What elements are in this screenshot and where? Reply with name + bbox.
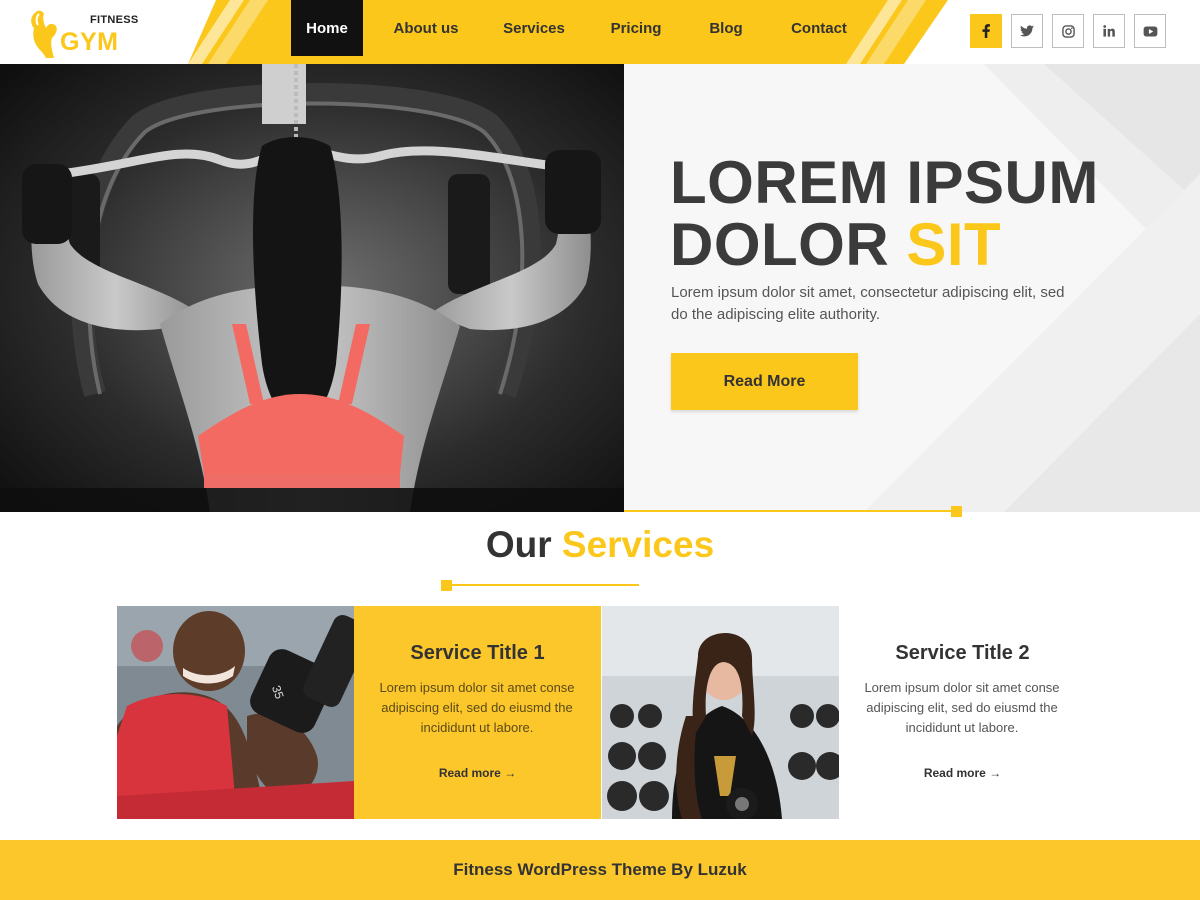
hero-photo-illustration (0, 64, 624, 512)
nav-about-us[interactable]: About us (363, 0, 489, 56)
hero-title-line1: LOREM IPSUM (670, 149, 1099, 216)
hero-athlete-image (0, 64, 624, 512)
logo-big-text: GYM (60, 28, 119, 56)
services-heading-text: Our (485, 524, 552, 565)
linkedin-icon[interactable] (1093, 14, 1125, 48)
twitter-icon[interactable] (1011, 14, 1043, 48)
service-2-image (602, 606, 839, 819)
site-footer: Fitness WordPress Theme By Luzuk (0, 840, 1200, 900)
youtube-icon[interactable] (1134, 14, 1166, 48)
nav-contact[interactable]: Contact (759, 0, 879, 56)
main-nav: Home About us Services Pricing Blog Cont… (291, 0, 879, 56)
service-1-image: 35 (117, 606, 354, 819)
hero-section: LOREM IPSUM DOLOR SIT Lorem ipsum dolor … (0, 64, 1200, 512)
service-1-title: Service Title 1 (410, 642, 545, 664)
service-card-2: Service Title 2 Lorem ipsum dolor sit am… (839, 606, 1086, 819)
hero-title: LOREM IPSUM DOLOR SIT (670, 152, 1099, 276)
service-1-photo-illustration: 35 (117, 606, 354, 819)
footer-credit[interactable]: Fitness WordPress Theme By Luzuk (453, 860, 746, 880)
read-more-button[interactable]: Read More (671, 353, 858, 410)
arrow-right-icon: → (504, 766, 517, 780)
service-2-read-more-label: Read more (923, 766, 986, 780)
site-logo[interactable]: FITNESS GYM (28, 8, 148, 60)
hero-title-line2: DOLOR SIT (670, 214, 1099, 276)
instagram-icon[interactable] (1052, 14, 1084, 48)
service-1-read-more-link[interactable]: Read more → (354, 766, 601, 780)
hero-title-line2-text: DOLOR (670, 211, 890, 278)
flexed-arm-logo-icon (31, 10, 57, 59)
service-1-text: Lorem ipsum dolor sit amet conse adipisc… (379, 680, 575, 735)
service-2-text: Lorem ipsum dolor sit amet conse adipisc… (864, 680, 1060, 735)
nav-services[interactable]: Services (489, 0, 579, 56)
hero-content-panel: LOREM IPSUM DOLOR SIT Lorem ipsum dolor … (624, 64, 1200, 512)
service-2-photo-illustration (602, 606, 839, 819)
nav-pricing[interactable]: Pricing (579, 0, 693, 56)
hero-title-highlight: SIT (906, 211, 1002, 278)
social-links (970, 14, 1166, 48)
nav-home[interactable]: Home (291, 0, 363, 56)
site-header: FITNESS GYM Home About us Services Prici… (0, 0, 1200, 64)
services-divider-line (450, 584, 639, 586)
logo-small-text: FITNESS (90, 14, 139, 26)
hero-description: Lorem ipsum dolor sit amet, consectetur … (671, 284, 1065, 323)
services-heading-highlight: Services (561, 524, 715, 565)
service-2-read-more-link[interactable]: Read more → (839, 766, 1086, 780)
nav-blog[interactable]: Blog (693, 0, 759, 56)
service-card-1: Service Title 1 Lorem ipsum dolor sit am… (354, 606, 601, 819)
hero-divider-dot (951, 506, 962, 517)
service-1-read-more-label: Read more (438, 766, 501, 780)
services-heading: Our Services (0, 524, 1200, 566)
arrow-right-icon: → (989, 766, 1002, 780)
facebook-icon[interactable] (970, 14, 1002, 48)
hero-divider-line (624, 510, 956, 512)
service-2-title: Service Title 2 (895, 642, 1030, 664)
